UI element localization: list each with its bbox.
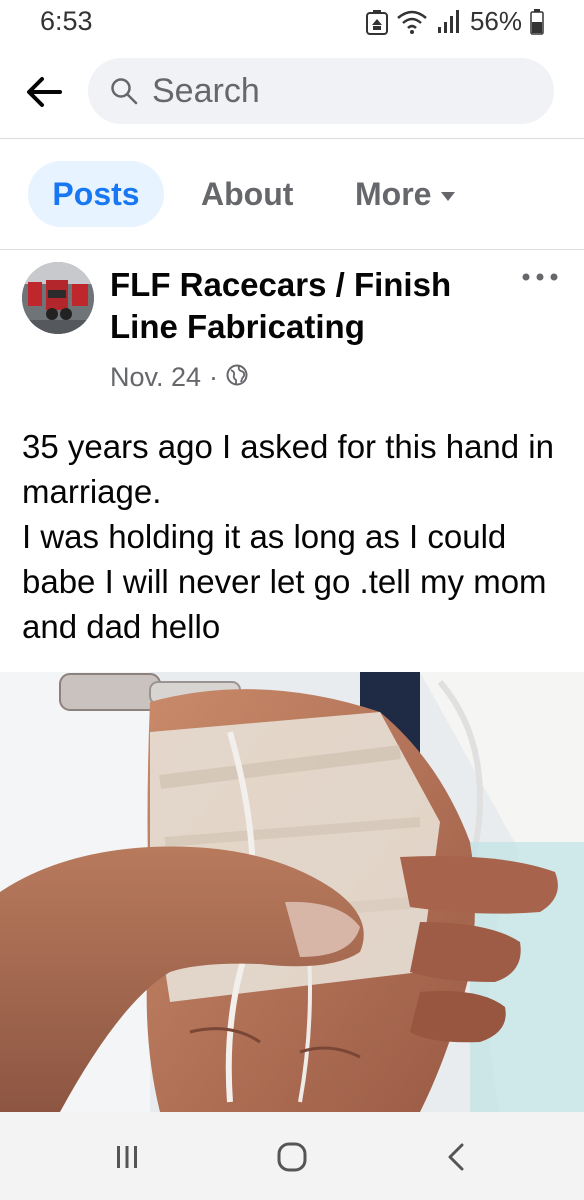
recycle-notification-icon — [365, 9, 388, 35]
tab-more[interactable]: More — [355, 161, 456, 227]
tab-posts[interactable]: Posts — [28, 161, 164, 227]
wifi-icon — [396, 9, 428, 35]
recent-apps-icon[interactable] — [110, 1140, 144, 1174]
tab-about[interactable]: About — [201, 161, 293, 227]
avatar[interactable] — [22, 262, 94, 334]
profile-tabs: Posts About More — [0, 139, 584, 250]
tab-more-label: More — [355, 176, 432, 212]
search-placeholder: Search — [152, 72, 260, 110]
back-icon[interactable] — [440, 1140, 474, 1174]
battery-percent: 56% — [469, 6, 522, 36]
post-date[interactable]: Nov. 24 — [110, 362, 201, 393]
home-icon[interactable] — [275, 1140, 309, 1174]
post-header: FLF Racecars / Finish Line Fabricating N… — [0, 250, 584, 400]
post-text: 35 years ago I asked for this hand in ma… — [22, 428, 554, 645]
post-photo[interactable] — [0, 672, 584, 1112]
status-bar: 6:53 56% — [0, 0, 584, 46]
status-icons: 56% — [365, 6, 544, 37]
signal-icon — [436, 9, 462, 35]
more-options-icon[interactable] — [520, 270, 560, 284]
search-input[interactable]: Search — [88, 58, 554, 124]
battery-icon — [530, 8, 544, 35]
search-icon — [110, 77, 138, 105]
globe-icon — [226, 362, 248, 393]
status-time: 6:53 — [40, 6, 93, 36]
system-nav-bar — [0, 1112, 584, 1200]
post-meta: Nov. 24 · — [110, 362, 248, 393]
back-arrow-icon[interactable] — [22, 70, 66, 114]
meta-separator: · — [209, 362, 219, 392]
post-author[interactable]: FLF Racecars / Finish Line Fabricating — [110, 264, 510, 348]
search-header: Search — [0, 46, 584, 139]
chevron-down-icon — [441, 191, 456, 201]
